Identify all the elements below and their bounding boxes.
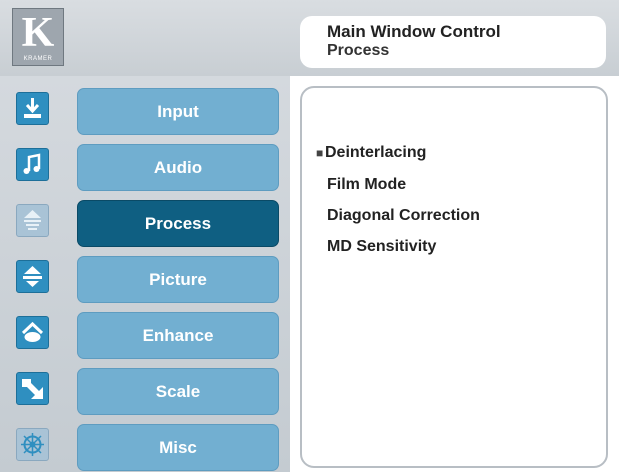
sidebar-item-input[interactable]: Input [0, 88, 290, 135]
window-title: Main Window Control [327, 22, 501, 41]
scale-button[interactable]: Scale [77, 368, 279, 415]
option-deinterlacing[interactable]: ■ Deinterlacing [316, 144, 426, 162]
audio-button[interactable]: Audio [77, 144, 279, 191]
enhance-button[interactable]: Enhance [77, 312, 279, 359]
selected-marker: ■ [316, 146, 324, 160]
sidebar-item-audio[interactable]: Audio [0, 144, 290, 191]
option-label: Deinterlacing [325, 144, 427, 161]
process-button[interactable]: Process [77, 200, 279, 247]
logo-brand: KRAMER [23, 56, 53, 62]
misc-icon[interactable] [16, 428, 49, 461]
logo-letter: K [21, 10, 55, 56]
input-button[interactable]: Input [77, 88, 279, 135]
sidebar-item-process[interactable]: Process [0, 200, 290, 247]
option-label: Diagonal Correction [327, 207, 480, 224]
sidebar-item-enhance[interactable]: Enhance [0, 312, 290, 359]
misc-button[interactable]: Misc [77, 424, 279, 471]
enhance-icon[interactable] [16, 316, 49, 349]
sidebar-item-misc[interactable]: Misc [0, 424, 290, 471]
kramer-logo: K KRAMER [12, 8, 64, 66]
option-diagonal-correction[interactable]: Diagonal Correction [327, 207, 480, 225]
input-icon[interactable] [16, 92, 49, 125]
header-bar: K KRAMER Main Window Control Process [0, 0, 619, 76]
audio-icon[interactable] [16, 148, 49, 181]
picture-icon[interactable] [16, 260, 49, 293]
title-panel: Main Window Control Process [300, 16, 606, 68]
option-label: Film Mode [327, 176, 407, 193]
sidebar-item-picture[interactable]: Picture [0, 256, 290, 303]
options-panel: ■ Deinterlacing Film Mode Diagonal Correc… [300, 86, 608, 468]
option-md-sensitivity[interactable]: MD Sensitivity [327, 238, 436, 256]
picture-button[interactable]: Picture [77, 256, 279, 303]
scale-icon[interactable] [16, 372, 49, 405]
sidebar: Input Audio Process Picture Enhance Scal… [0, 76, 290, 472]
process-icon[interactable] [16, 204, 49, 237]
option-label: MD Sensitivity [327, 238, 437, 255]
window-subtitle: Process [327, 42, 390, 59]
sidebar-item-scale[interactable]: Scale [0, 368, 290, 415]
option-film-mode[interactable]: Film Mode [327, 176, 406, 194]
